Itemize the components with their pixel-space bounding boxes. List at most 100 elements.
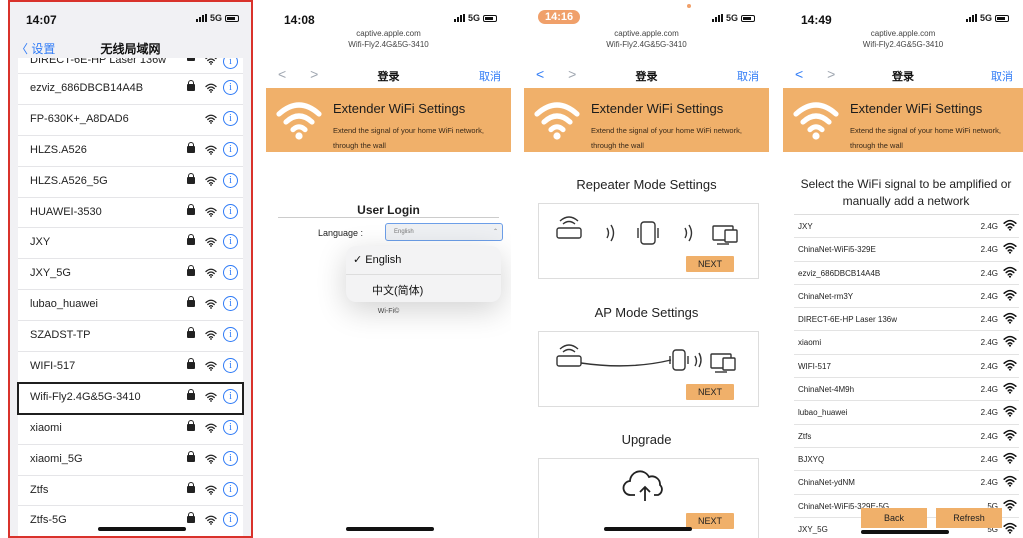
info-icon[interactable]: i: [223, 110, 238, 126]
network-name: ChinaNet-ydNM: [798, 478, 855, 488]
info-icon[interactable]: i: [223, 265, 238, 281]
network-name: JXY: [798, 222, 813, 231]
info-icon[interactable]: i: [223, 512, 238, 528]
wifi-network-row[interactable]: lubao_huawei i: [18, 290, 243, 322]
info-icon[interactable]: i: [223, 481, 238, 497]
info-icon[interactable]: i: [223, 80, 238, 95]
band-label: 2.4G: [980, 222, 998, 231]
info-icon[interactable]: i: [223, 450, 238, 466]
scanned-network-row[interactable]: lubao_huawei 2.4G: [794, 401, 1019, 425]
scanned-network-row[interactable]: ChinaNet-WiFi5-329E 2.4G: [794, 238, 1019, 262]
network-name: HLZS.A526_5G: [30, 174, 108, 187]
wifi-signal-icon: [1003, 312, 1017, 324]
network-name: Ztfs: [30, 483, 49, 496]
wifi-network-row[interactable]: HLZS.A526_5G i: [18, 167, 243, 198]
network-type: 5G: [467, 13, 480, 23]
wifi-logo-icon: [791, 100, 841, 140]
band-label: 2.4G: [980, 385, 998, 395]
network-name: Wifi-Fly2.4G&5G-3410: [30, 390, 141, 403]
info-icon[interactable]: i: [223, 388, 238, 404]
info-icon[interactable]: i: [223, 234, 238, 250]
language-select[interactable]: English ⌃: [385, 223, 503, 241]
wifi-network-row[interactable]: FP-630K+_A8DAD6 i: [18, 105, 243, 136]
ap-next-button[interactable]: NEXT: [686, 384, 734, 400]
status-bar: 14:07 5G: [8, 0, 253, 34]
status-time: 14:49: [801, 13, 832, 27]
cancel-button[interactable]: 取消: [737, 68, 759, 84]
network-type: 5G: [979, 13, 992, 23]
wifi-signal-icon: [1003, 242, 1017, 254]
band-label: 2.4G: [980, 478, 998, 488]
scanned-network-row[interactable]: xiaomi 2.4G: [794, 331, 1019, 355]
wifi-network-row[interactable]: ezviz_686DBCB14A4B i: [18, 74, 243, 105]
lock-icon: [187, 234, 195, 246]
captive-nav: < > 登录 取消: [783, 64, 1023, 84]
lock-icon: [187, 481, 195, 494]
wifi-network-row[interactable]: JXY_5G i: [18, 259, 243, 291]
back-button[interactable]: Back: [861, 508, 927, 528]
cancel-button[interactable]: 取消: [991, 68, 1013, 84]
wifi-network-row[interactable]: HLZS.A526 i: [18, 136, 243, 167]
wifi-network-row[interactable]: Ztfs-5G i: [18, 506, 243, 538]
info-icon[interactable]: i: [223, 296, 238, 312]
banner-subtitle: Extend the signal of your home WiFi netw…: [591, 126, 742, 150]
wifi-network-row[interactable]: HUAWEI-3530 i: [18, 198, 243, 229]
wifi-network-row[interactable]: xiaomi_5G i: [18, 445, 243, 476]
wifi-signal-icon: [205, 144, 217, 156]
wifi-network-row[interactable]: JXY i: [18, 228, 243, 260]
wifi-network-row[interactable]: Wifi-Fly2.4G&5G-3410 i: [17, 381, 244, 415]
scanned-network-row[interactable]: JXY 2.4G: [794, 215, 1019, 239]
wifi-network-row[interactable]: xiaomi i: [18, 414, 243, 445]
network-name: lubao_huawei: [30, 298, 98, 311]
wifi-signal-icon: [1003, 359, 1017, 371]
info-icon[interactable]: i: [223, 358, 238, 374]
captive-nav: < > 登录 取消: [266, 64, 511, 84]
network-name: ezviz_686DBCB14A4B: [798, 268, 881, 278]
info-icon[interactable]: i: [223, 203, 238, 219]
wifi-network-row[interactable]: Ztfs i: [18, 476, 243, 507]
scanned-network-row[interactable]: WIFI-517 2.4G: [794, 355, 1019, 379]
network-name: JXY_5G: [30, 267, 71, 280]
home-indicator: [861, 530, 949, 534]
wifi-network-row[interactable]: DIRECT-6E-HP Laser 136w i: [18, 58, 243, 74]
info-icon[interactable]: i: [223, 172, 238, 188]
wifi-logo-icon: [274, 100, 324, 140]
wifi-signal-icon: [1003, 499, 1017, 511]
upgrade-next-button[interactable]: NEXT: [686, 513, 734, 529]
lock-icon: [187, 388, 195, 401]
scanned-network-row[interactable]: ChinaNet-4M9h 2.4G: [794, 378, 1019, 402]
wifi-signal-icon: [1003, 219, 1017, 231]
wifi-signal-icon: [205, 82, 217, 94]
mode-selection-screen: 14:16 5G captive.apple.com Wifi-Fly2.4G&…: [524, 0, 769, 538]
network-name: WIFI-517: [798, 361, 831, 371]
info-icon[interactable]: i: [223, 141, 238, 157]
info-icon[interactable]: i: [223, 419, 238, 435]
language-option-chinese[interactable]: 中文(简体): [346, 274, 501, 302]
info-icon[interactable]: i: [223, 327, 238, 343]
language-dropdown: ✓ English 中文(简体): [346, 246, 501, 302]
language-option-english[interactable]: ✓ English: [346, 246, 501, 274]
refresh-button[interactable]: Refresh: [936, 508, 1002, 528]
cancel-button[interactable]: 取消: [479, 68, 501, 84]
wifi-signal-icon: [1003, 335, 1017, 347]
wifi-settings-screen: 14:07 5G 〈 设置 无线局域网 DIRECT-6E-HP Laser 1…: [8, 0, 253, 538]
info-icon[interactable]: i: [223, 58, 238, 69]
scanned-network-row[interactable]: Ztfs 2.4G: [794, 425, 1019, 448]
scanned-network-row[interactable]: ChinaNet-rm3Y 2.4G: [794, 285, 1019, 309]
repeater-next-button[interactable]: NEXT: [686, 256, 734, 272]
network-name: ChinaNet-rm3Y: [798, 291, 854, 301]
scanned-network-row[interactable]: BJXYQ 2.4G: [794, 448, 1019, 472]
upgrade-card: NEXT: [538, 458, 759, 538]
scanned-network-row[interactable]: ChinaNet-ydNM 2.4G: [794, 471, 1019, 495]
repeater-mode-card: NEXT: [538, 203, 759, 279]
wifi-network-row[interactable]: SZADST-TP i: [18, 321, 243, 353]
lock-icon: [187, 419, 195, 432]
captive-title: 登录: [892, 71, 914, 83]
battery-icon: [995, 14, 1009, 22]
scanned-network-row[interactable]: ezviz_686DBCB14A4B 2.4G: [794, 262, 1019, 285]
user-login-form: User Login Language : English ⌃: [278, 200, 503, 246]
network-type: 5G: [725, 13, 738, 23]
scanned-network-row[interactable]: DIRECT-6E-HP Laser 136w 2.4G: [794, 308, 1019, 332]
banner-title: Extender WiFi Settings: [333, 101, 466, 116]
wifi-network-row[interactable]: WIFI-517 i: [18, 352, 243, 383]
